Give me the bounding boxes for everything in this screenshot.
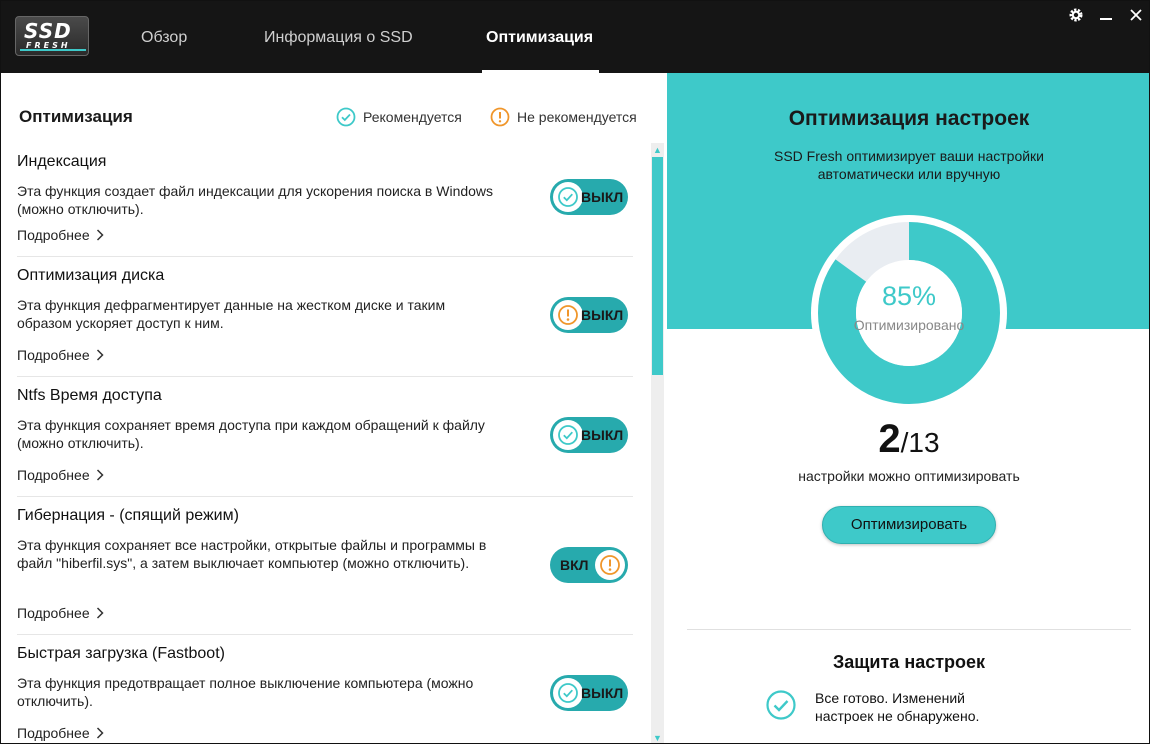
optimization-gauge: 85% Оптимизировано xyxy=(809,213,1009,413)
scroll-up-icon[interactable]: ▲ xyxy=(651,143,664,157)
top-bar: SSD FRESH Обзор Информация о SSD Оптимиз… xyxy=(1,1,1149,73)
minimize-icon[interactable] xyxy=(1095,7,1117,27)
item-title: Ntfs Время доступа xyxy=(17,387,162,404)
list-item: Гибернация - (спящий режим) Эта функция … xyxy=(17,497,633,635)
panel-title: Оптимизация xyxy=(19,107,133,126)
warning-circle-icon xyxy=(600,555,620,575)
protection-title: Защита настроек xyxy=(832,652,986,672)
item-title: Быстрая загрузка (Fastboot) xyxy=(17,645,225,662)
item-description: Эта функция сохраняет время доступа при … xyxy=(17,417,485,451)
more-link[interactable]: Подробнее xyxy=(17,467,104,483)
chevron-right-icon xyxy=(96,607,104,619)
item-description: Эта функция дефрагментирует данные на же… xyxy=(17,297,446,331)
item-title: Оптимизация диска xyxy=(17,267,165,284)
toggle-fastboot[interactable]: ВЫКЛ xyxy=(550,675,628,711)
item-description: Эта функция создает файл индексации для … xyxy=(17,183,494,217)
divider xyxy=(687,629,1131,630)
close-icon[interactable] xyxy=(1125,7,1147,27)
check-circle-icon xyxy=(766,690,796,720)
check-circle-icon xyxy=(558,683,578,703)
more-link[interactable]: Подробнее xyxy=(17,605,104,621)
list-item: Быстрая загрузка (Fastboot) Эта функция … xyxy=(17,635,633,743)
check-circle-icon xyxy=(336,107,356,127)
toggle-label: ВЫКЛ xyxy=(581,427,624,443)
item-title: Гибернация - (спящий режим) xyxy=(17,507,239,524)
settings-count: 2/13 xyxy=(667,417,1149,462)
optimize-button[interactable]: Оптимизировать xyxy=(822,506,996,544)
toggle-label: ВЫКЛ xyxy=(581,685,624,701)
check-circle-icon xyxy=(558,425,578,445)
scrollbar-thumb[interactable] xyxy=(652,157,663,375)
toggle-disk-optimization[interactable]: ВЫКЛ xyxy=(550,297,628,333)
more-link[interactable]: Подробнее xyxy=(17,347,104,363)
protection-status: Все готово. Изменений настроек не обнару… xyxy=(815,690,980,724)
chevron-right-icon xyxy=(96,229,104,241)
warning-circle-icon xyxy=(490,107,510,127)
item-description: Эта функция сохраняет все настройки, отк… xyxy=(17,537,487,571)
scrollbar[interactable]: ▲ ▼ xyxy=(651,143,664,743)
summary-subtitle: SSD Fresh оптимизирует ваши настройки ав… xyxy=(773,148,1044,182)
more-link[interactable]: Подробнее xyxy=(17,725,104,741)
gear-icon[interactable] xyxy=(1065,7,1087,27)
item-title: Индексация xyxy=(17,153,107,170)
optimization-panel: Оптимизация Рекомендуется Не рекомендует… xyxy=(1,73,667,743)
toggle-hibernation[interactable]: ВКЛ xyxy=(550,547,628,583)
more-link[interactable]: Подробнее xyxy=(17,227,104,243)
settings-list: Индексация Эта функция создает файл инде… xyxy=(1,143,641,743)
count-label: настройки можно оптимизировать xyxy=(798,468,1020,484)
tab-ssd-info[interactable]: Информация о SSD xyxy=(264,1,413,73)
list-item: Индексация Эта функция создает файл инде… xyxy=(17,143,633,257)
summary-title: Оптимизация настроек xyxy=(788,107,1030,130)
item-description: Эта функция предотвращает полное выключе… xyxy=(17,675,474,709)
toggle-label: ВЫКЛ xyxy=(581,189,624,205)
tab-optimization[interactable]: Оптимизация xyxy=(481,1,600,73)
list-item: Оптимизация диска Эта функция дефрагмент… xyxy=(17,257,633,377)
toggle-indexing[interactable]: ВЫКЛ xyxy=(550,179,628,215)
tab-overview[interactable]: Обзор xyxy=(141,1,187,73)
gauge-percent: 85% xyxy=(881,281,937,311)
count-total: /13 xyxy=(900,427,940,458)
list-item: Ntfs Время доступа Эта функция сохраняет… xyxy=(17,377,633,497)
count-current: 2 xyxy=(878,417,901,461)
app-window: SSD FRESH Обзор Информация о SSD Оптимиз… xyxy=(0,0,1150,744)
toggle-ntfs-access-time[interactable]: ВЫКЛ xyxy=(550,417,628,453)
chevron-right-icon xyxy=(96,727,104,739)
legend-not-recommended: Не рекомендуется xyxy=(490,107,637,127)
app-logo: SSD FRESH xyxy=(15,16,89,56)
check-circle-icon xyxy=(558,187,578,207)
chevron-right-icon xyxy=(96,469,104,481)
scroll-down-icon[interactable]: ▼ xyxy=(651,731,664,743)
chevron-right-icon xyxy=(96,349,104,361)
summary-panel: Оптимизация настроек SSD Fresh оптимизир… xyxy=(667,73,1149,743)
gauge-label: Оптимизировано xyxy=(853,317,965,333)
legend-recommended: Рекомендуется xyxy=(336,107,462,127)
toggle-label: ВЫКЛ xyxy=(581,307,624,323)
toggle-label: ВКЛ xyxy=(560,557,589,573)
warning-circle-icon xyxy=(558,305,578,325)
